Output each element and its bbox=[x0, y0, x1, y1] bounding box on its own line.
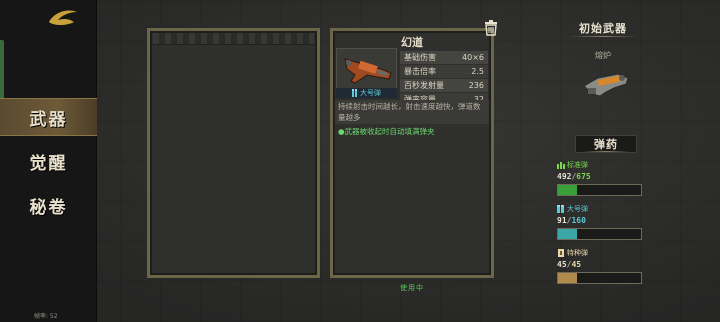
trash-icon[interactable] bbox=[484, 20, 498, 36]
ammo-label: 大号弹 bbox=[557, 204, 643, 214]
ammo-max: 675 bbox=[576, 172, 591, 181]
large-ammo-icon bbox=[557, 205, 564, 213]
stat-label: 暴击倍率 bbox=[404, 67, 436, 76]
weapon-ammo-type: 大号弹 bbox=[336, 88, 397, 98]
sidebar-item-secret-scroll[interactable]: 秘卷 bbox=[0, 186, 97, 224]
weapon-description: 持续射击时间越长，射击速度越快，弹道数量越多 bbox=[335, 100, 489, 124]
ammo-bar-fill bbox=[558, 185, 578, 195]
ammo-bar-fill bbox=[558, 273, 578, 283]
sidebar-item-label: 武器 bbox=[29, 109, 68, 130]
standard-ammo-icon bbox=[557, 162, 565, 169]
ammo-bar-fill bbox=[558, 229, 578, 239]
ammo-count: 492/675 bbox=[557, 172, 591, 181]
weapon-status: 使用中 bbox=[400, 284, 424, 292]
ammo-name: 大号弹 bbox=[567, 205, 588, 213]
ammo-large: 大号弹 91/160 bbox=[557, 204, 643, 240]
special-ammo-icon bbox=[558, 249, 564, 257]
initial-weapon-title: 初始武器 bbox=[563, 19, 643, 37]
ammo-label: 标准弹 bbox=[557, 160, 643, 170]
stat-row: 暴击倍率 2.5 bbox=[400, 65, 488, 78]
ammo-name: 特种弹 bbox=[567, 249, 588, 257]
stat-value: 2.5 bbox=[471, 67, 484, 76]
ammo-count: 45/45 bbox=[557, 260, 582, 269]
large-ammo-icon bbox=[352, 89, 357, 97]
initial-weapon-name: 熔炉 bbox=[595, 51, 611, 60]
sidebar-item-awakening[interactable]: 觉醒 bbox=[0, 142, 97, 180]
ammo-max: 160 bbox=[571, 216, 586, 225]
fps-counter: 帧率: 52 bbox=[34, 313, 58, 320]
ammo-bar bbox=[557, 184, 642, 196]
ammo-count: 91/160 bbox=[557, 216, 586, 225]
weapon-ammo-type-label: 大号弹 bbox=[360, 89, 381, 97]
furnace-weapon-icon[interactable] bbox=[578, 66, 634, 100]
stat-row: 基础伤害 40×6 bbox=[400, 51, 488, 64]
stat-row: 百秒发射量 236 bbox=[400, 79, 488, 92]
ammo-bar bbox=[557, 228, 642, 240]
ammo-current: 492 bbox=[557, 172, 572, 181]
sidebar: 武器 觉醒 秘卷 帧率: 52 bbox=[0, 0, 97, 322]
stat-label: 百秒发射量 bbox=[404, 81, 444, 90]
stat-label: 基础伤害 bbox=[404, 53, 436, 62]
ammo-label: 特种弹 bbox=[557, 248, 643, 258]
ammo-name: 标准弹 bbox=[567, 161, 588, 169]
ammo-current: 91 bbox=[557, 216, 567, 225]
sidebar-item-label: 觉醒 bbox=[29, 153, 68, 174]
ammo-standard: 标准弹 492/675 bbox=[557, 160, 643, 196]
sidebar-item-weapons[interactable]: 武器 bbox=[0, 98, 97, 136]
stat-value: 40×6 bbox=[462, 53, 484, 62]
ammo-bar bbox=[557, 272, 642, 284]
stat-value: 236 bbox=[468, 81, 484, 90]
panel-border-ornament bbox=[153, 33, 314, 45]
weapon-slot-panel[interactable] bbox=[147, 28, 320, 278]
game-logo-icon bbox=[49, 10, 77, 25]
sidebar-item-label: 秘卷 bbox=[29, 197, 68, 218]
weapon-effect: ●武器被收起时自动填满弹夹 bbox=[338, 127, 435, 136]
weapon-stats: 基础伤害 40×6 暴击倍率 2.5 百秒发射量 236 弹夹容量 32 bbox=[400, 51, 488, 107]
rifle-icon bbox=[344, 58, 392, 84]
ammo-title: 弹药 bbox=[575, 135, 637, 153]
ammo-special: 特种弹 45/45 bbox=[557, 248, 643, 284]
ammo-current: 45 bbox=[557, 260, 567, 269]
ammo-max: 45 bbox=[571, 260, 582, 269]
